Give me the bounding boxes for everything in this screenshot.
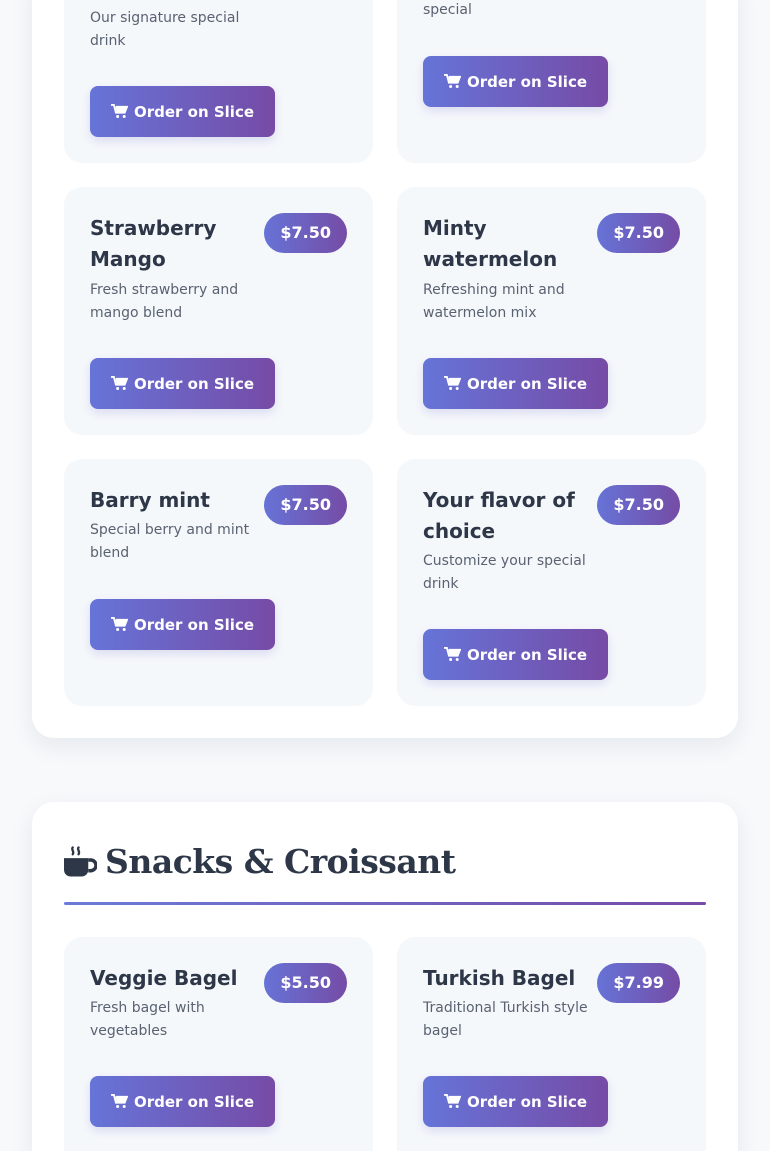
order-button-label: Order on Slice (133, 102, 255, 121)
cart-icon (444, 647, 461, 661)
order-on-slice-button[interactable]: Order on Slice (90, 1076, 275, 1127)
menu-card: Turkish Bagel $7.99 Traditional Turkish … (397, 937, 706, 1151)
menu-card: special Order on Slice (397, 0, 706, 163)
order-on-slice-button[interactable]: Order on Slice (423, 358, 608, 409)
item-name: Barry mint (90, 488, 210, 512)
menu-card: Veggie Bagel $5.50 Fresh bagel with vege… (64, 937, 373, 1151)
item-description: Traditional Turkish style bagel (423, 1000, 588, 1039)
price-badge: $7.99 (597, 963, 680, 1003)
order-on-slice-button[interactable]: Order on Slice (423, 629, 608, 680)
drinks-section: Our signature special drink Order on Sli… (32, 0, 738, 738)
coffee-cup-icon (64, 845, 97, 877)
order-button-label: Order on Slice (466, 72, 588, 91)
order-on-slice-button[interactable]: Order on Slice (423, 56, 608, 107)
menu-card: Strawberry Mango $7.50 Fresh strawberry … (64, 187, 373, 435)
cart-icon (444, 74, 461, 88)
menu-page: Our signature special drink Order on Sli… (0, 0, 770, 1151)
cart-icon (111, 617, 128, 631)
item-description: Customize your special drink (423, 553, 586, 592)
order-button-label: Order on Slice (133, 374, 255, 393)
item-description: Special berry and mint blend (90, 522, 250, 561)
item-name: Your flavor of choice (423, 488, 575, 543)
price-badge: $7.50 (597, 485, 680, 525)
order-button-label: Order on Slice (466, 1092, 588, 1111)
item-description: Refreshing mint and watermelon mix (423, 282, 565, 321)
cart-icon (111, 1094, 128, 1108)
title-divider (64, 902, 706, 905)
price-badge: $7.50 (264, 485, 347, 525)
item-name: Turkish Bagel (423, 966, 576, 990)
order-button-label: Order on Slice (133, 615, 255, 634)
cart-icon (111, 104, 128, 118)
menu-card: Minty watermelon $7.50 Refreshing mint a… (397, 187, 706, 435)
order-on-slice-button[interactable]: Order on Slice (90, 358, 275, 409)
menu-card: Your flavor of choice $7.50 Customize yo… (397, 459, 706, 706)
order-on-slice-button[interactable]: Order on Slice (423, 1076, 608, 1127)
order-button-label: Order on Slice (133, 1092, 255, 1111)
item-name: Minty watermelon (423, 216, 558, 271)
order-button-label: Order on Slice (466, 645, 588, 664)
cart-icon (111, 376, 128, 390)
order-on-slice-button[interactable]: Order on Slice (90, 599, 275, 650)
item-name: Strawberry Mango (90, 216, 217, 271)
item-description: Our signature special drink (90, 10, 240, 49)
menu-card: Our signature special drink Order on Sli… (64, 0, 373, 163)
section-title-text: Snacks & Croissant (105, 842, 456, 881)
item-name: Veggie Bagel (90, 966, 238, 990)
cart-icon (444, 376, 461, 390)
item-description: Fresh bagel with vegetables (90, 1000, 205, 1039)
menu-card: Barry mint $7.50 Special berry and mint … (64, 459, 373, 706)
order-button-label: Order on Slice (466, 374, 588, 393)
snacks-section: Snacks & Croissant Veggie Bagel $5.50 Fr… (32, 802, 738, 1151)
item-description: special (423, 2, 472, 18)
item-description: Fresh strawberry and mango blend (90, 282, 239, 321)
price-badge: $7.50 (597, 213, 680, 253)
order-on-slice-button[interactable]: Order on Slice (90, 86, 275, 137)
section-title: Snacks & Croissant (64, 842, 456, 881)
price-badge: $7.50 (264, 213, 347, 253)
cart-icon (444, 1094, 461, 1108)
price-badge: $5.50 (264, 963, 347, 1003)
